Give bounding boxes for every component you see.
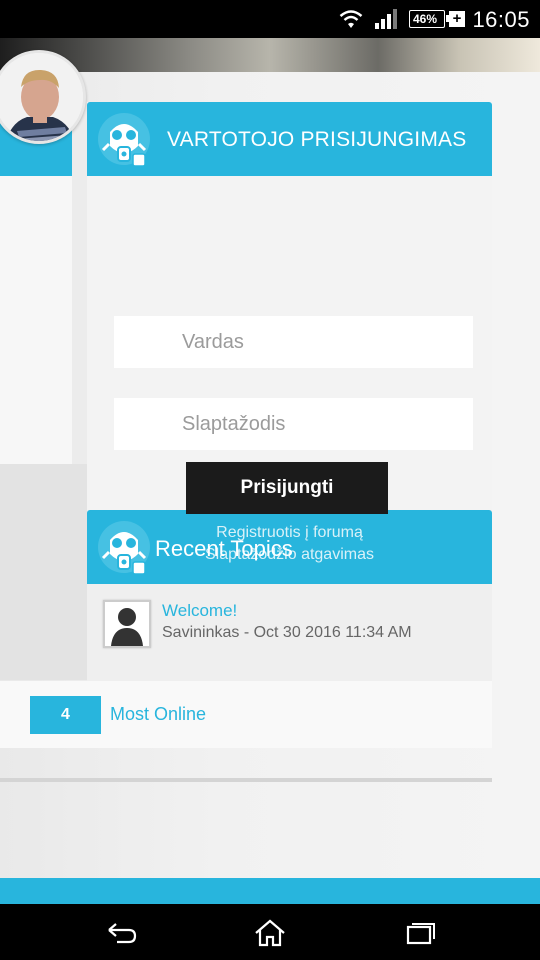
most-online-label: Most Online <box>110 704 207 724</box>
login-links: Registruotis į forumą Slaptažodžio atgav… <box>87 522 492 566</box>
password-input[interactable] <box>114 398 473 450</box>
topic-title-link[interactable]: Welcome! <box>162 601 237 621</box>
side-column <box>0 176 72 466</box>
login-panel-title: VARTOTOJO PRISIJUNGIMAS <box>167 128 467 151</box>
login-button[interactable]: Prisijungti <box>186 462 388 514</box>
clock: 16:05 <box>472 7 530 32</box>
topic-meta: Savininkas - Oct 30 2016 11:34 AM <box>162 624 412 641</box>
home-icon[interactable] <box>252 918 288 948</box>
gas-mask-icon <box>98 113 150 167</box>
recover-password-link[interactable]: Slaptažodžio atgavimas <box>87 544 492 566</box>
divider <box>0 778 492 782</box>
username-input[interactable] <box>114 316 473 368</box>
header-banner-image <box>0 38 540 72</box>
default-avatar-icon <box>103 600 151 648</box>
charging-icon: + <box>449 11 465 27</box>
side-column-spacer <box>0 464 88 680</box>
navigation-bar <box>0 904 540 960</box>
register-link[interactable]: Registruotis į forumą <box>87 522 492 544</box>
most-online-count: 4 <box>30 696 101 734</box>
footer-bar <box>0 878 540 904</box>
back-icon[interactable] <box>103 918 139 948</box>
battery-level: 46% <box>413 12 438 26</box>
login-panel: VARTOTOJO PRISIJUNGIMAS <box>87 102 492 510</box>
status-bar: 46% + 16:05 <box>0 0 540 38</box>
signal-icon <box>375 9 397 29</box>
recents-icon[interactable] <box>401 918 437 948</box>
login-panel-header: VARTOTOJO PRISIJUNGIMAS <box>87 102 492 176</box>
topic-row[interactable]: Welcome! Savininkas - Oct 30 2016 11:34 … <box>101 598 481 652</box>
battery-icon: 46% <box>409 10 449 28</box>
wifi-icon <box>339 10 363 28</box>
